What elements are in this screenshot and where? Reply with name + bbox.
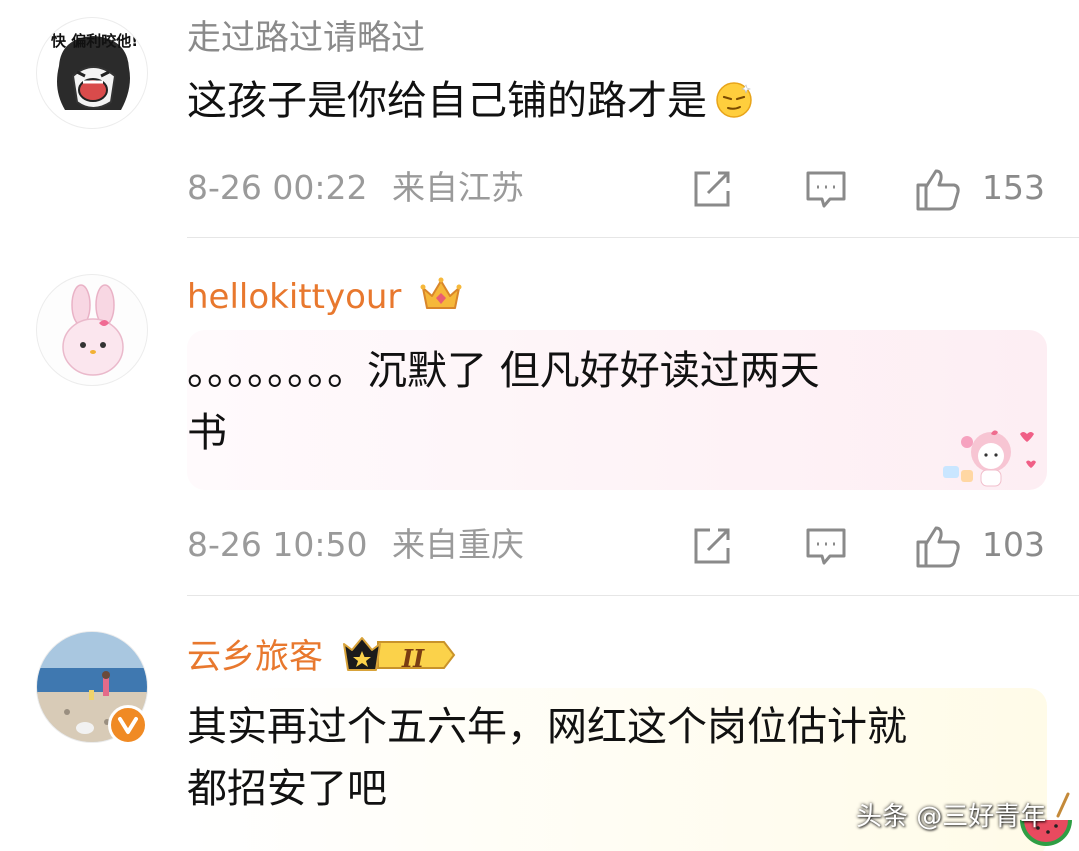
- vip-level-text: II: [401, 644, 425, 673]
- location: 来自重庆: [392, 525, 524, 564]
- timestamp: 8-26 00:22: [187, 168, 368, 207]
- like-icon[interactable]: [914, 165, 962, 213]
- like-count: 103: [982, 525, 1045, 564]
- username-text: hellokittyour: [187, 277, 402, 317]
- avatar-image: [62, 284, 124, 376]
- comment-text-line: 。。。。。。。。沉默了 但凡好好读过两天: [187, 348, 820, 394]
- comment-icon[interactable]: [804, 167, 848, 211]
- avatar[interactable]: 快 偏利咬他!: [36, 17, 148, 129]
- timestamp: 8-26 10:50: [187, 525, 368, 564]
- username[interactable]: 走过路过请略过: [187, 18, 425, 58]
- comment-icon[interactable]: [804, 524, 848, 568]
- username[interactable]: hellokittyour: [187, 276, 462, 323]
- comment-text: 这孩子是你给自己铺的路才是: [187, 78, 707, 124]
- crown-badge-icon: [420, 276, 462, 323]
- verified-badge-icon: [108, 705, 148, 745]
- watermark: 头条 @三好青年: [856, 802, 1047, 832]
- location: 来自江苏: [392, 168, 524, 207]
- comment-text: 。。。。。。。。沉默了 但凡好好读过两天 书: [187, 340, 1027, 464]
- comment-meta: 8-26 00:22 来自江苏: [187, 168, 524, 208]
- like-count: 153: [982, 168, 1045, 207]
- share-icon[interactable]: [690, 524, 734, 568]
- sleepy-face-emoji: [714, 80, 754, 120]
- divider: [187, 595, 1079, 596]
- comment-body: 这孩子是你给自己铺的路才是: [187, 70, 754, 132]
- comment-meta: 8-26 10:50 来自重庆: [187, 525, 524, 565]
- avatar[interactable]: [36, 274, 148, 386]
- comment-text-line: 其实再过个五六年，网红这个岗位估计就: [187, 704, 907, 750]
- divider: [187, 237, 1079, 238]
- share-icon[interactable]: [690, 167, 734, 211]
- username-text: 云乡旅客: [187, 637, 323, 677]
- comment-text-line: 书: [187, 410, 227, 456]
- avatar-text: 快 偏利咬他!: [51, 32, 139, 50]
- username[interactable]: 云乡旅客 II: [187, 634, 456, 677]
- like-icon[interactable]: [914, 522, 962, 570]
- vip-level-badge: II: [342, 634, 456, 676]
